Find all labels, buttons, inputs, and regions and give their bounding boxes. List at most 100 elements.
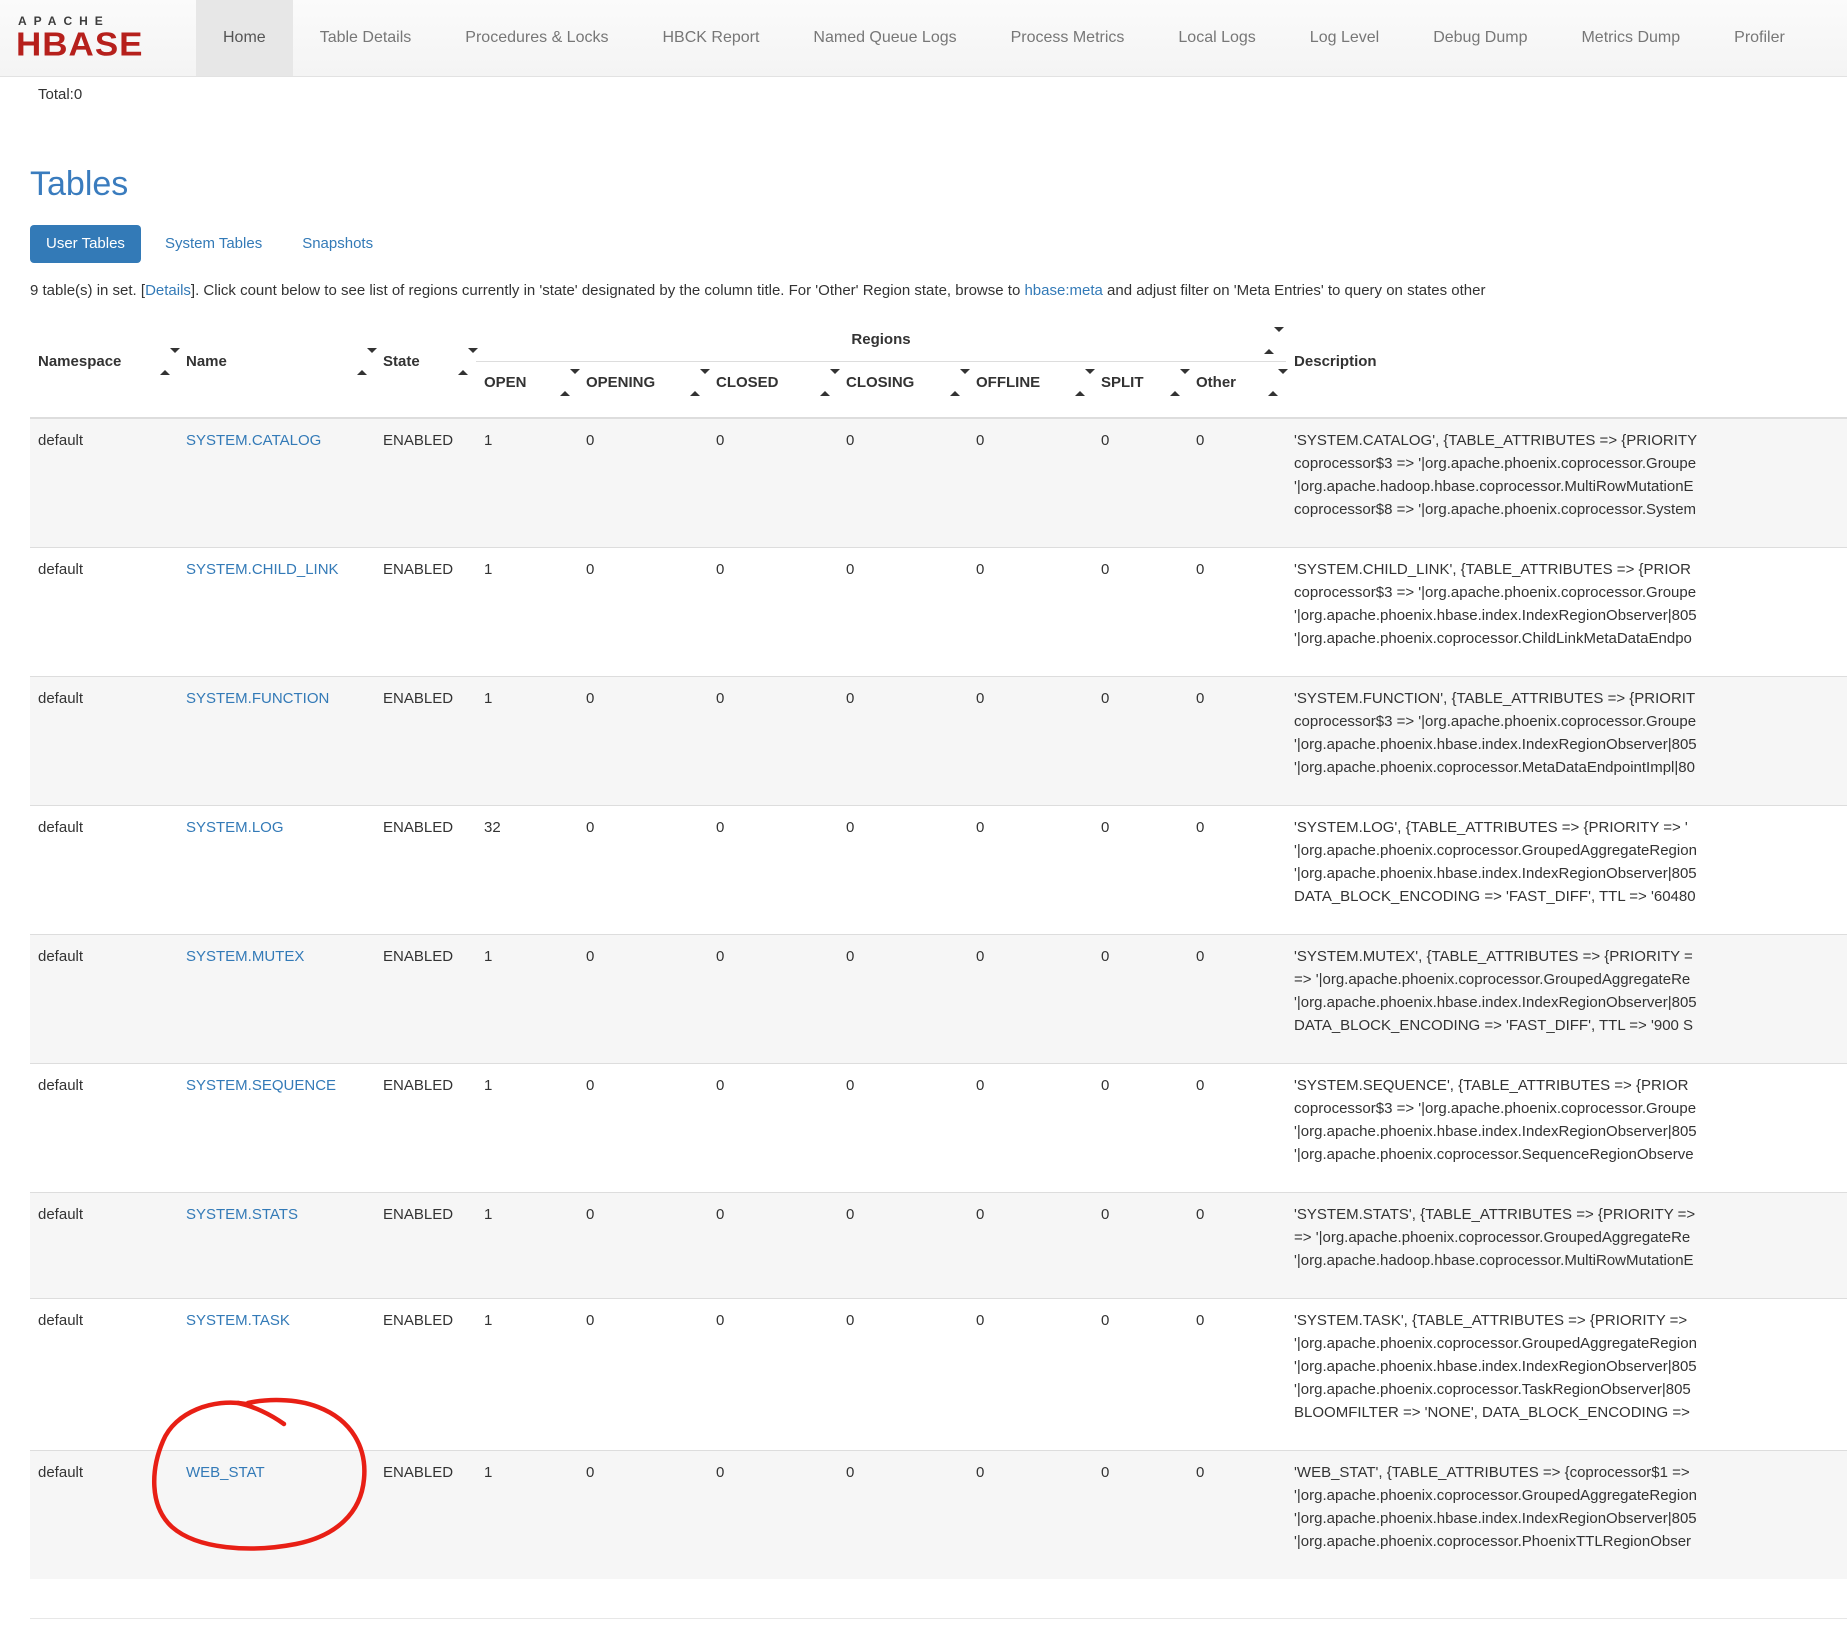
offline-count[interactable]: 0 — [968, 806, 1093, 935]
nav-item-home[interactable]: Home — [196, 0, 293, 76]
split-count[interactable]: 0 — [1093, 1299, 1188, 1451]
nav-item-debug-dump[interactable]: Debug Dump — [1406, 0, 1554, 76]
other-count[interactable]: 0 — [1188, 935, 1286, 1064]
sort-icon[interactable] — [458, 353, 468, 370]
details-link[interactable]: Details — [145, 282, 191, 299]
open-count[interactable]: 32 — [476, 806, 578, 935]
sort-icon[interactable] — [560, 374, 570, 391]
table-name-link[interactable]: SYSTEM.FUNCTION — [186, 690, 329, 707]
closing-count[interactable]: 0 — [838, 806, 968, 935]
tab-user-tables[interactable]: User Tables — [30, 225, 141, 263]
closing-count[interactable]: 0 — [838, 1193, 968, 1299]
other-count[interactable]: 0 — [1188, 677, 1286, 806]
nav-item-table-details[interactable]: Table Details — [293, 0, 439, 76]
open-count[interactable]: 1 — [476, 1193, 578, 1299]
closed-count[interactable]: 0 — [708, 1451, 838, 1580]
sort-icon[interactable] — [1268, 374, 1278, 391]
open-count[interactable]: 1 — [476, 1451, 578, 1580]
closed-count[interactable]: 0 — [708, 548, 838, 677]
opening-count[interactable]: 0 — [578, 677, 708, 806]
closed-count[interactable]: 0 — [708, 677, 838, 806]
offline-count[interactable]: 0 — [968, 1299, 1093, 1451]
sort-icon[interactable] — [160, 353, 170, 370]
opening-count[interactable]: 0 — [578, 806, 708, 935]
other-count[interactable]: 0 — [1188, 1299, 1286, 1451]
split-count[interactable]: 0 — [1093, 548, 1188, 677]
closed-count[interactable]: 0 — [708, 806, 838, 935]
table-name-link[interactable]: SYSTEM.CHILD_LINK — [186, 561, 339, 578]
other-count[interactable]: 0 — [1188, 548, 1286, 677]
opening-count[interactable]: 0 — [578, 935, 708, 1064]
nav-item-profiler[interactable]: Profiler — [1707, 0, 1812, 76]
table-name-link[interactable]: SYSTEM.STATS — [186, 1206, 298, 1223]
col-header-closing[interactable]: CLOSING — [838, 362, 968, 419]
offline-count[interactable]: 0 — [968, 935, 1093, 1064]
nav-item-procedures-locks[interactable]: Procedures & Locks — [438, 0, 635, 76]
closed-count[interactable]: 0 — [708, 1064, 838, 1193]
offline-count[interactable]: 0 — [968, 548, 1093, 677]
col-header-other[interactable]: Other — [1188, 362, 1286, 419]
opening-count[interactable]: 0 — [578, 418, 708, 548]
closing-count[interactable]: 0 — [838, 935, 968, 1064]
open-count[interactable]: 1 — [476, 1299, 578, 1451]
other-count[interactable]: 0 — [1188, 418, 1286, 548]
opening-count[interactable]: 0 — [578, 1451, 708, 1580]
col-header-offline[interactable]: OFFLINE — [968, 362, 1093, 419]
other-count[interactable]: 0 — [1188, 806, 1286, 935]
nav-item-process-metrics[interactable]: Process Metrics — [984, 0, 1152, 76]
closed-count[interactable]: 0 — [708, 1193, 838, 1299]
hbase-meta-link[interactable]: hbase:meta — [1024, 282, 1102, 299]
opening-count[interactable]: 0 — [578, 1193, 708, 1299]
closing-count[interactable]: 0 — [838, 1299, 968, 1451]
offline-count[interactable]: 0 — [968, 677, 1093, 806]
closing-count[interactable]: 0 — [838, 677, 968, 806]
split-count[interactable]: 0 — [1093, 806, 1188, 935]
col-header-open[interactable]: OPEN — [476, 362, 578, 419]
table-name-link[interactable]: SYSTEM.TASK — [186, 1312, 290, 1329]
tab-snapshots[interactable]: Snapshots — [286, 225, 389, 263]
offline-count[interactable]: 0 — [968, 418, 1093, 548]
closing-count[interactable]: 0 — [838, 418, 968, 548]
offline-count[interactable]: 0 — [968, 1451, 1093, 1580]
sort-icon[interactable] — [690, 374, 700, 391]
nav-item-local-logs[interactable]: Local Logs — [1151, 0, 1282, 76]
closing-count[interactable]: 0 — [838, 1451, 968, 1580]
col-header-namespace[interactable]: Namespace — [30, 319, 178, 418]
nav-item-hbck-report[interactable]: HBCK Report — [635, 0, 786, 76]
split-count[interactable]: 0 — [1093, 418, 1188, 548]
col-header-regions-group[interactable]: Regions — [476, 319, 1286, 362]
opening-count[interactable]: 0 — [578, 1299, 708, 1451]
sort-icon[interactable] — [1264, 332, 1274, 349]
table-name-link[interactable]: SYSTEM.MUTEX — [186, 948, 304, 965]
open-count[interactable]: 1 — [476, 1064, 578, 1193]
closed-count[interactable]: 0 — [708, 418, 838, 548]
closed-count[interactable]: 0 — [708, 1299, 838, 1451]
open-count[interactable]: 1 — [476, 935, 578, 1064]
other-count[interactable]: 0 — [1188, 1451, 1286, 1580]
col-header-name[interactable]: Name — [178, 319, 375, 418]
sort-icon[interactable] — [820, 374, 830, 391]
split-count[interactable]: 0 — [1093, 1451, 1188, 1580]
split-count[interactable]: 0 — [1093, 935, 1188, 1064]
offline-count[interactable]: 0 — [968, 1064, 1093, 1193]
sort-icon[interactable] — [950, 374, 960, 391]
nav-item-named-queue-logs[interactable]: Named Queue Logs — [786, 0, 983, 76]
tab-system-tables[interactable]: System Tables — [149, 225, 278, 263]
nav-item-log-level[interactable]: Log Level — [1283, 0, 1406, 76]
sort-icon[interactable] — [1075, 374, 1085, 391]
col-header-state[interactable]: State — [375, 319, 476, 418]
open-count[interactable]: 1 — [476, 418, 578, 548]
col-header-split[interactable]: SPLIT — [1093, 362, 1188, 419]
split-count[interactable]: 0 — [1093, 1193, 1188, 1299]
table-name-link[interactable]: WEB_STAT — [186, 1464, 265, 1481]
table-name-link[interactable]: SYSTEM.LOG — [186, 819, 284, 836]
sort-icon[interactable] — [357, 353, 367, 370]
col-header-opening[interactable]: OPENING — [578, 362, 708, 419]
nav-item-metrics-dump[interactable]: Metrics Dump — [1554, 0, 1707, 76]
closed-count[interactable]: 0 — [708, 935, 838, 1064]
split-count[interactable]: 0 — [1093, 1064, 1188, 1193]
offline-count[interactable]: 0 — [968, 1193, 1093, 1299]
closing-count[interactable]: 0 — [838, 548, 968, 677]
opening-count[interactable]: 0 — [578, 548, 708, 677]
other-count[interactable]: 0 — [1188, 1193, 1286, 1299]
